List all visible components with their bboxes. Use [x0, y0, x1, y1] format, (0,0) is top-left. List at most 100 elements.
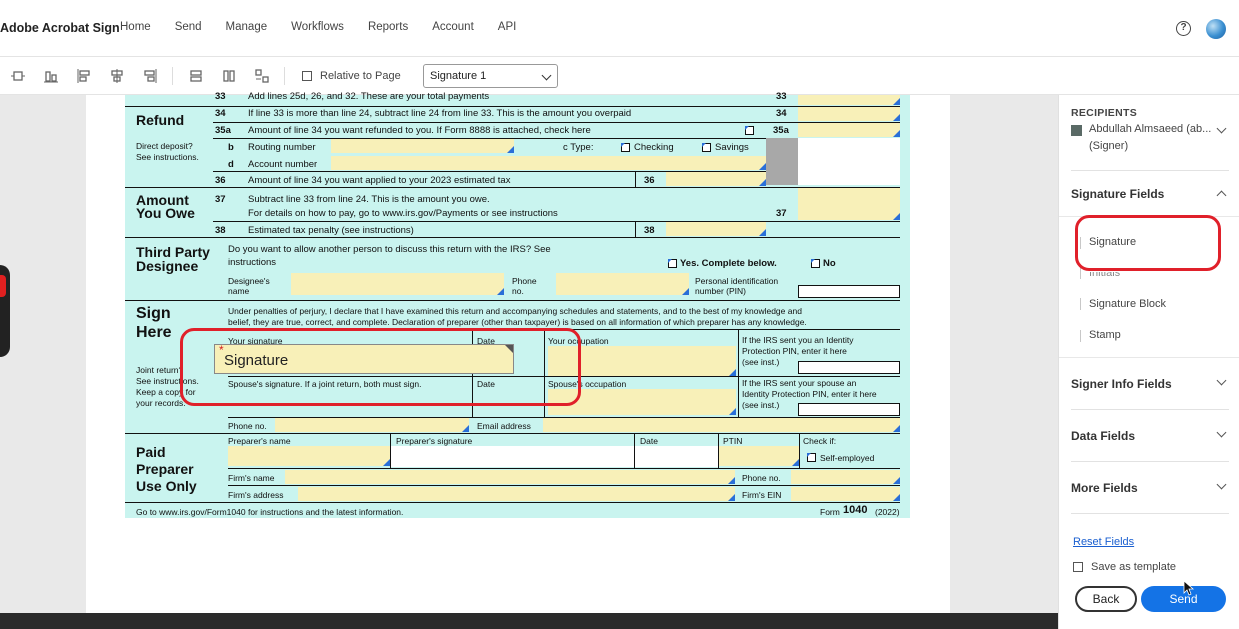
- checking-checkbox[interactable]: [621, 143, 630, 152]
- help-icon[interactable]: ?: [1176, 21, 1191, 36]
- blank-box: [798, 138, 900, 185]
- brand-name[interactable]: Adobe Acrobat Sign: [0, 21, 120, 35]
- field-select-dropdown[interactable]: Signature 1: [423, 64, 558, 88]
- align-bottom-icon[interactable]: [43, 68, 59, 84]
- perjury-statement-2: belief, they are true, correct, and comp…: [228, 317, 807, 327]
- phone-field[interactable]: [275, 418, 469, 432]
- preparer-signature-label: Preparer's signature: [396, 436, 473, 446]
- line-33-box-label: 33: [776, 91, 787, 102]
- line-38-field[interactable]: [666, 222, 766, 236]
- nav-workflows[interactable]: Workflows: [291, 21, 344, 33]
- ptin-field[interactable]: [719, 446, 799, 466]
- divider: [1059, 357, 1239, 358]
- signature-block-field-item[interactable]: Signature Block: [1089, 298, 1166, 310]
- relative-to-page-checkbox[interactable]: [302, 71, 312, 81]
- ip-pin-label-2: Protection PIN, enter it here: [742, 346, 847, 356]
- toolbar-divider: [172, 67, 173, 85]
- nav-send[interactable]: Send: [175, 21, 202, 33]
- recipient-role: (Signer): [1089, 140, 1129, 152]
- chevron-down-icon[interactable]: [1216, 427, 1227, 438]
- designee-no-checkbox[interactable]: [811, 259, 820, 268]
- data-fields-title[interactable]: Data Fields: [1071, 429, 1135, 443]
- routing-number-label: Routing number: [248, 142, 316, 153]
- chevron-down-icon[interactable]: [1216, 123, 1227, 134]
- designee-phone-field[interactable]: [556, 273, 689, 295]
- joint-return-note-4: your records.: [136, 398, 186, 408]
- align-left-edges-icon[interactable]: [10, 68, 26, 84]
- line-36-text: Amount of line 34 you want applied to yo…: [248, 175, 511, 186]
- self-employed-label: Self-employed: [820, 453, 875, 463]
- match-width-icon[interactable]: [188, 68, 204, 84]
- page-navigation-bar: [0, 613, 1058, 629]
- firm-name-field[interactable]: [285, 470, 735, 484]
- email-field[interactable]: [543, 418, 900, 432]
- firm-ein-field[interactable]: [791, 487, 900, 501]
- amount-you-owe-heading-2: You Owe: [136, 205, 195, 221]
- recipient-color-swatch: [1071, 125, 1082, 136]
- ip-pin-boxes[interactable]: [798, 361, 900, 374]
- line-34-text: If line 33 is more than line 24, subtrac…: [248, 108, 632, 119]
- chevron-up-icon[interactable]: [1216, 190, 1227, 201]
- nav-reports[interactable]: Reports: [368, 21, 408, 33]
- designee-pin-boxes[interactable]: [798, 285, 900, 298]
- more-fields-title[interactable]: More Fields: [1071, 481, 1138, 495]
- signature-fields-title[interactable]: Signature Fields: [1071, 187, 1164, 201]
- recipient-name[interactable]: Abdullah Almsaeed (ab...: [1089, 123, 1211, 135]
- preparer-date-box[interactable]: [635, 446, 718, 467]
- rule: [228, 468, 900, 469]
- direct-deposit-see-instructions: See instructions.: [136, 152, 199, 162]
- line-35a-field[interactable]: [798, 123, 900, 137]
- nav-account[interactable]: Account: [432, 21, 474, 33]
- checking-label: Checking: [634, 142, 674, 153]
- line-34-field[interactable]: [798, 107, 900, 121]
- align-center-icon[interactable]: [109, 68, 125, 84]
- firm-phone-label: Phone no.: [742, 473, 781, 483]
- footer-form-number: 1040: [843, 504, 868, 516]
- match-height-icon[interactable]: [221, 68, 237, 84]
- line-36-field[interactable]: [666, 172, 766, 186]
- nav-api[interactable]: API: [498, 21, 517, 33]
- line-35a-box-label: 35a: [773, 125, 789, 136]
- account-number-field[interactable]: [331, 156, 766, 170]
- savings-checkbox[interactable]: [702, 143, 711, 152]
- self-employed-checkbox[interactable]: [807, 453, 816, 462]
- avatar[interactable]: [1206, 19, 1226, 39]
- rule: [635, 172, 636, 187]
- paid-preparer-heading-1: Paid: [136, 444, 166, 460]
- third-party-question-2: instructions: [228, 257, 277, 268]
- line-37-field[interactable]: [798, 188, 900, 220]
- paid-preparer-heading-2: Preparer: [136, 461, 194, 477]
- preparer-name-field[interactable]: [228, 446, 390, 466]
- direct-deposit-label: Direct deposit?: [136, 141, 193, 151]
- distribute-icon[interactable]: [254, 68, 270, 84]
- nav-manage[interactable]: Manage: [226, 21, 268, 33]
- reset-fields-link[interactable]: Reset Fields: [1073, 536, 1134, 548]
- save-as-template-checkbox[interactable]: [1073, 562, 1083, 572]
- collapsed-side-tab[interactable]: [0, 265, 10, 357]
- line-37-text-2: For details on how to pay, go to www.irs…: [248, 208, 558, 219]
- form-8888-checkbox[interactable]: [745, 126, 754, 135]
- field-track: [1080, 298, 1081, 310]
- preparer-signature-box[interactable]: [391, 446, 634, 467]
- chevron-down-icon[interactable]: [1216, 375, 1227, 386]
- routing-number-field[interactable]: [331, 139, 514, 153]
- rule: [635, 222, 636, 237]
- line-33-field[interactable]: [798, 95, 900, 105]
- align-right-icon[interactable]: [142, 68, 158, 84]
- chevron-down-icon[interactable]: [1216, 479, 1227, 490]
- rule: [799, 433, 800, 468]
- rule: [213, 221, 900, 222]
- back-button[interactable]: Back: [1075, 586, 1137, 612]
- nav-home[interactable]: Home: [120, 21, 151, 33]
- align-left-icon[interactable]: [76, 68, 92, 84]
- spouse-pin-label-1: If the IRS sent your spouse an: [742, 378, 857, 388]
- designee-yes-checkbox[interactable]: [668, 259, 677, 268]
- line-35a-text: Amount of line 34 you want refunded to y…: [248, 125, 591, 136]
- firm-address-field[interactable]: [298, 487, 735, 501]
- designee-name-field[interactable]: [291, 273, 504, 295]
- firm-phone-field[interactable]: [791, 470, 900, 484]
- signer-info-fields-title[interactable]: Signer Info Fields: [1071, 377, 1172, 391]
- stamp-field-item[interactable]: Stamp: [1089, 329, 1121, 341]
- designee-yes-label: Yes. Complete below.: [680, 258, 777, 269]
- spouse-pin-boxes[interactable]: [798, 403, 900, 416]
